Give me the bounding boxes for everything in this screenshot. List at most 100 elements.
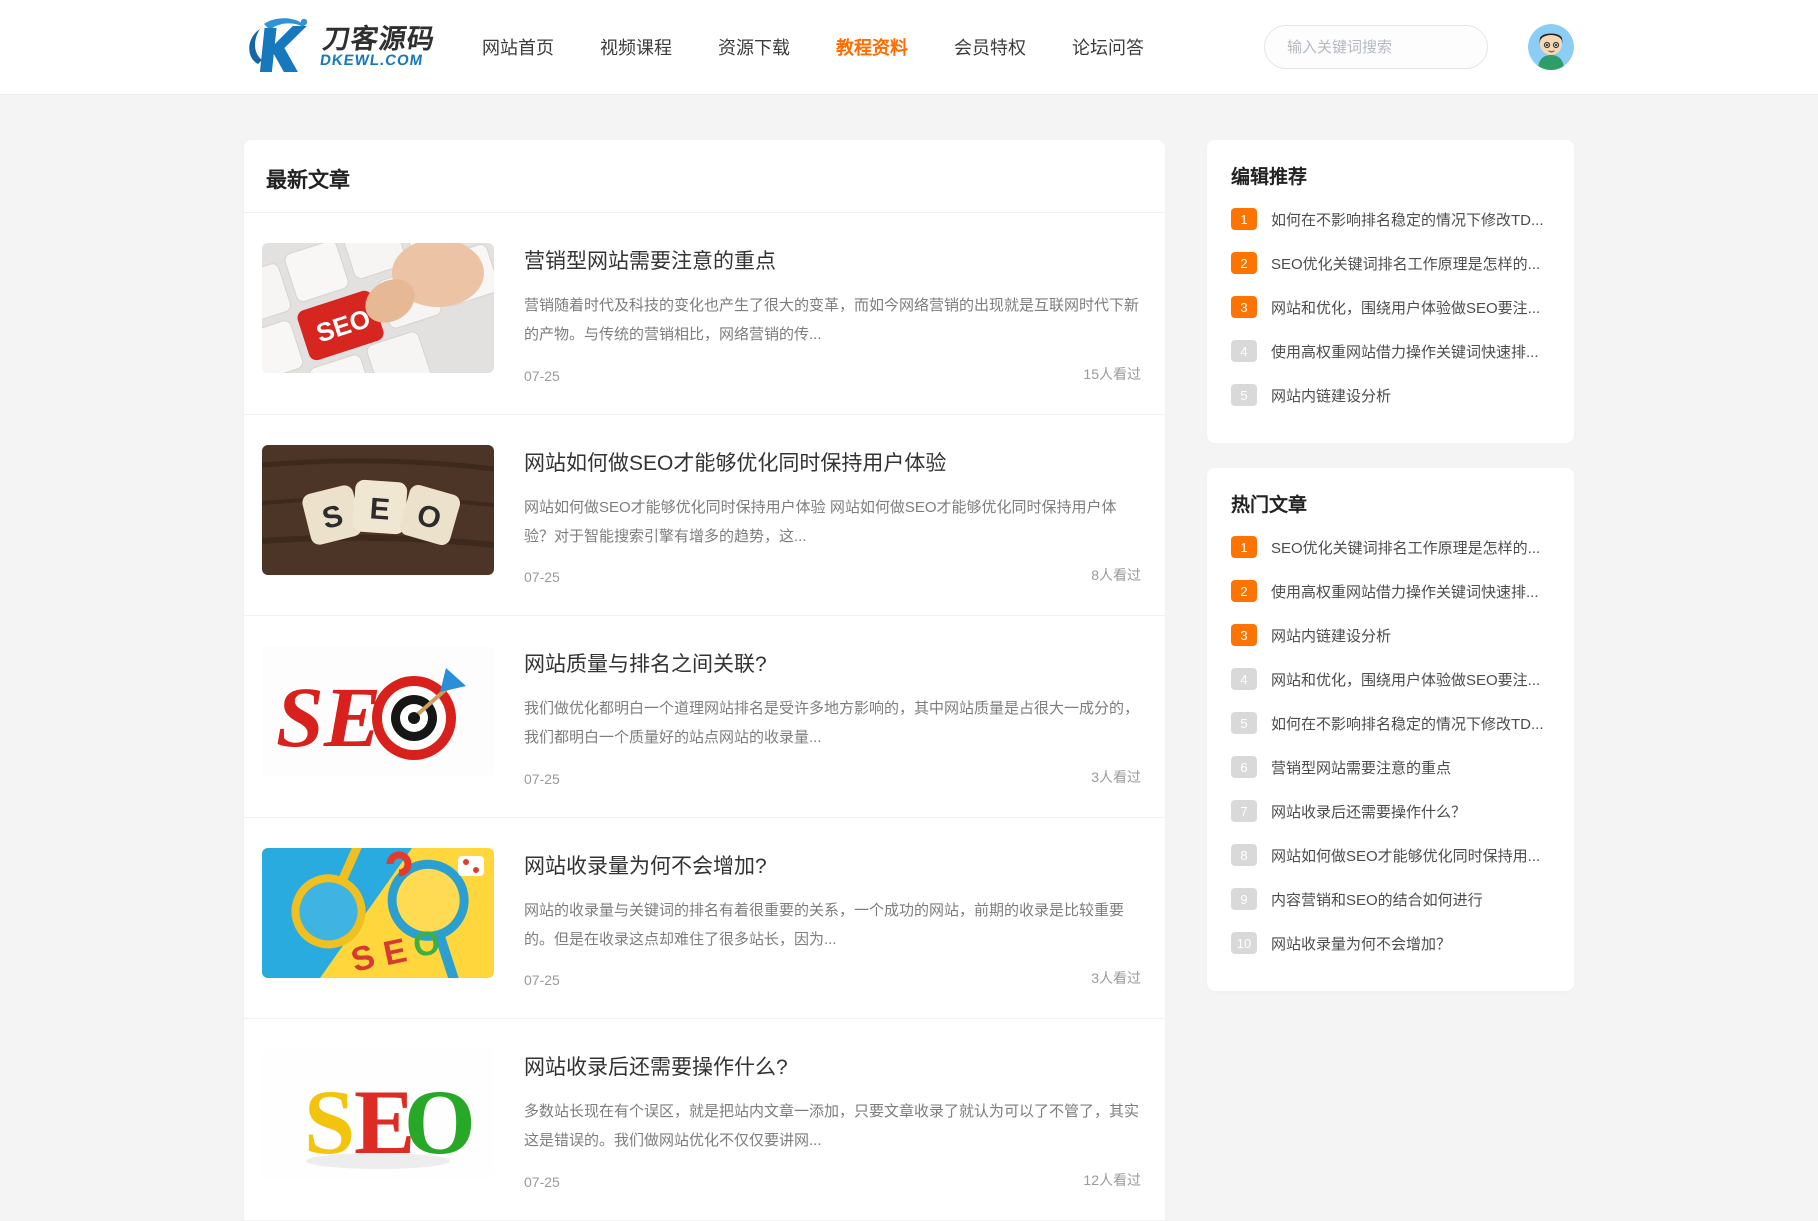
logo-text: 刀客源码 DKEWL.COM [319, 25, 437, 69]
sidebar-article-title: 网站和优化，围绕用户体验做SEO要注... [1271, 669, 1540, 690]
sidebar-article-link[interactable]: 5 网站内链建设分析 [1231, 373, 1550, 417]
article-date: 07-25 [524, 972, 560, 988]
sidebar-article-title: 营销型网站需要注意的重点 [1271, 757, 1451, 778]
sidebar-article-link[interactable]: 7 网站收录后还需要操作什么？ [1231, 789, 1550, 833]
editor-picks-card: 编辑推荐 1 如何在不影响排名稳定的情况下修改TD... 2 SEO优化关键词排… [1207, 140, 1574, 443]
rank-badge: 1 [1231, 536, 1257, 558]
article-views: 3人看过 [1091, 968, 1141, 988]
rank-badge: 3 [1231, 296, 1257, 318]
logo-text-en: DKEWL.COM [319, 53, 433, 69]
rank-badge: 4 [1231, 340, 1257, 362]
rank-badge: 6 [1231, 756, 1257, 778]
article-views: 12人看过 [1083, 1170, 1141, 1190]
rank-badge: 10 [1231, 932, 1257, 954]
sidebar-article-title: 使用高权重网站借力操作关键词快速排... [1271, 341, 1539, 362]
nav-item-video[interactable]: 视频课程 [600, 34, 672, 60]
article-views: 8人看过 [1091, 565, 1141, 585]
sidebar-article-title: 网站和优化，围绕用户体验做SEO要注... [1271, 297, 1540, 318]
sidebar-article-title: 网站内链建设分析 [1271, 385, 1391, 406]
article-summary: 网站的收录量与关键词的排名有着很重要的关系，一个成功的网站，前期的收录是比较重要… [524, 896, 1141, 955]
article-row[interactable]: SEO 营销型网站需要注意的重点 营销随着时代及科技的变化也产生了很大的变 [244, 213, 1165, 415]
sidebar-article-link[interactable]: 9 内容营销和SEO的结合如何进行 [1231, 877, 1550, 921]
svg-text:S: S [304, 1071, 355, 1173]
editor-picks-title: 编辑推荐 [1231, 162, 1550, 189]
nav-item-forum[interactable]: 论坛问答 [1072, 34, 1144, 60]
search-input[interactable] [1264, 25, 1488, 69]
article-views: 15人看过 [1083, 364, 1141, 384]
sidebar-article-link[interactable]: 2 使用高权重网站借力操作关键词快速排... [1231, 569, 1550, 613]
hot-articles-list: 1 SEO优化关键词排名工作原理是怎样的... 2 使用高权重网站借力操作关键词… [1231, 525, 1550, 965]
nav-item-tutorials[interactable]: 教程资料 [836, 34, 908, 60]
hot-articles-card: 热门文章 1 SEO优化关键词排名工作原理是怎样的... 2 使用高权重网站借力… [1207, 468, 1574, 991]
article-date: 07-25 [524, 771, 560, 787]
sidebar-article-link[interactable]: 1 如何在不影响排名稳定的情况下修改TD... [1231, 197, 1550, 241]
sidebar-article-link[interactable]: 8 网站如何做SEO才能够优化同时保持用... [1231, 833, 1550, 877]
sidebar: 编辑推荐 1 如何在不影响排名稳定的情况下修改TD... 2 SEO优化关键词排… [1207, 140, 1574, 991]
article-row[interactable]: S E O 网站收录后还需要操作什么? 多数站长现在有个误区，就是把站内文章一添… [244, 1019, 1165, 1221]
rank-badge: 2 [1231, 252, 1257, 274]
sidebar-article-link[interactable]: 5 如何在不影响排名稳定的情况下修改TD... [1231, 701, 1550, 745]
article-title[interactable]: 网站收录后还需要操作什么? [524, 1051, 1141, 1081]
latest-articles-card: 最新文章 SEO [244, 140, 1165, 1221]
sidebar-article-title: 网站收录后还需要操作什么？ [1271, 801, 1466, 822]
nav-item-home[interactable]: 网站首页 [482, 34, 554, 60]
logo-text-cn: 刀客源码 [321, 25, 437, 53]
sidebar-article-title: 内容营销和SEO的结合如何进行 [1271, 889, 1483, 910]
article-date: 07-25 [524, 569, 560, 585]
article-thumbnail-seo-letters-icon[interactable]: S E O [262, 1049, 494, 1179]
rank-badge: 5 [1231, 712, 1257, 734]
rank-badge: 8 [1231, 844, 1257, 866]
sidebar-article-title: 如何在不影响排名稳定的情况下修改TD... [1271, 209, 1544, 230]
sidebar-article-link[interactable]: 10 网站收录量为何不会增加？ [1231, 921, 1550, 965]
sidebar-article-title: SEO优化关键词排名工作原理是怎样的... [1271, 537, 1540, 558]
page-root: 刀客源码 DKEWL.COM 网站首页 视频课程 资源下载 教程资料 会员特权 … [0, 0, 1818, 1221]
article-summary: 营销随着时代及科技的变化也产生了很大的变革，而如今网络营销的出现就是互联网时代下… [524, 291, 1141, 350]
nav-item-download[interactable]: 资源下载 [718, 34, 790, 60]
article-thumbnail-seo-target-icon[interactable]: SE [262, 646, 494, 776]
rank-badge: 2 [1231, 580, 1257, 602]
rank-badge: 9 [1231, 888, 1257, 910]
article-title[interactable]: 网站质量与排名之间关联? [524, 648, 1141, 678]
article-date: 07-25 [524, 368, 560, 384]
section-title: 最新文章 [266, 164, 1143, 194]
article-row[interactable]: S E O 网站如何做SEO才能够优化同时保持用户体验 网站如 [244, 415, 1165, 617]
svg-text:O: O [404, 1071, 476, 1173]
hot-articles-title: 热门文章 [1231, 490, 1550, 517]
article-summary: 网站如何做SEO才能够优化同时保持用户体验 网站如何做SEO才能够优化同时保持用… [524, 493, 1141, 552]
article-row[interactable]: S E O 网站收录量为何不会增加? 网站的收录量与关键词的排名有着很重要的关系… [244, 818, 1165, 1020]
main-nav: 网站首页 视频课程 资源下载 教程资料 会员特权 论坛问答 [482, 34, 1144, 60]
nav-item-vip[interactable]: 会员特权 [954, 34, 1026, 60]
rank-badge: 4 [1231, 668, 1257, 690]
sidebar-article-link[interactable]: 4 网站和优化，围绕用户体验做SEO要注... [1231, 657, 1550, 701]
article-date: 07-25 [524, 1174, 560, 1190]
logo-k-icon [244, 14, 314, 81]
article-title[interactable]: 营销型网站需要注意的重点 [524, 245, 1141, 275]
article-title[interactable]: 网站收录量为何不会增加? [524, 850, 1141, 880]
sidebar-article-title: 网站收录量为何不会增加？ [1271, 933, 1451, 954]
sidebar-article-link[interactable]: 3 网站内链建设分析 [1231, 613, 1550, 657]
article-views: 3人看过 [1091, 767, 1141, 787]
rank-badge: 7 [1231, 800, 1257, 822]
sidebar-article-link[interactable]: 3 网站和优化，围绕用户体验做SEO要注... [1231, 285, 1550, 329]
article-thumbnail-wood-dice-icon[interactable]: S E O [262, 445, 494, 575]
article-thumbnail-magnifier-seo-icon[interactable]: S E O [262, 848, 494, 978]
svg-text:SE: SE [276, 669, 381, 765]
rank-badge: 3 [1231, 624, 1257, 646]
sidebar-article-title: 如何在不影响排名稳定的情况下修改TD... [1271, 713, 1544, 734]
site-logo[interactable]: 刀客源码 DKEWL.COM [244, 14, 434, 81]
sidebar-article-link[interactable]: 4 使用高权重网站借力操作关键词快速排... [1231, 329, 1550, 373]
article-summary: 我们做优化都明白一个道理网站排名是受许多地方影响的，其中网站质量是占很大一成分的… [524, 694, 1141, 753]
sidebar-article-title: 网站如何做SEO才能够优化同时保持用... [1271, 845, 1540, 866]
article-row[interactable]: SE 网站质量与排名之间关联? 我们做优化都明白一个道理网站排名是受许多地方影响… [244, 616, 1165, 818]
top-navigation-bar: 刀客源码 DKEWL.COM 网站首页 视频课程 资源下载 教程资料 会员特权 … [0, 0, 1818, 95]
sidebar-article-link[interactable]: 2 SEO优化关键词排名工作原理是怎样的... [1231, 241, 1550, 285]
article-summary: 多数站长现在有个误区，就是把站内文章一添加，只要文章收录了就认为可以了不管了，其… [524, 1097, 1141, 1156]
sidebar-article-title: SEO优化关键词排名工作原理是怎样的... [1271, 253, 1540, 274]
sidebar-article-link[interactable]: 1 SEO优化关键词排名工作原理是怎样的... [1231, 525, 1550, 569]
user-avatar[interactable] [1528, 24, 1574, 70]
sidebar-article-link[interactable]: 6 营销型网站需要注意的重点 [1231, 745, 1550, 789]
article-thumbnail-keyboard-seo-icon[interactable]: SEO [262, 243, 494, 373]
editor-picks-list: 1 如何在不影响排名稳定的情况下修改TD... 2 SEO优化关键词排名工作原理… [1231, 197, 1550, 417]
article-title[interactable]: 网站如何做SEO才能够优化同时保持用户体验 [524, 447, 1141, 477]
rank-badge: 1 [1231, 208, 1257, 230]
